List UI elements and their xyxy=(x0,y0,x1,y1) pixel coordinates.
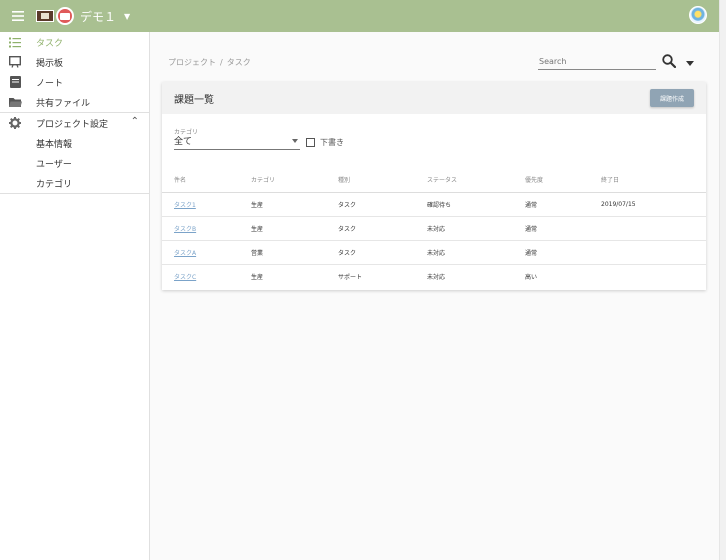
end-date-cell xyxy=(601,240,706,265)
search-input[interactable] xyxy=(538,54,656,70)
priority-cell: 通常 xyxy=(525,216,601,241)
category-cell: 生産 xyxy=(251,192,338,217)
sidebar-item-shared-files[interactable]: 共有ファイル xyxy=(0,92,149,112)
project-icon-2 xyxy=(56,7,74,25)
table-row[interactable]: タスクC 生産 サポート 未対応 高い xyxy=(162,264,706,288)
status-cell: 未対応 xyxy=(427,216,525,241)
gear-icon xyxy=(8,116,22,130)
chevron-up-icon: ⌃ xyxy=(130,116,139,127)
task-link[interactable]: タスクA xyxy=(174,250,196,257)
card-title: 課題一覧 xyxy=(174,94,214,106)
sidebar: タスク 掲示板 ノート 共有ファイル プロジェクト設定 ⌃ 基本情報 ユーザー … xyxy=(0,32,150,560)
type-cell: タスク xyxy=(338,192,427,217)
category-cell: 生産 xyxy=(251,273,264,281)
project-name: デモ１ xyxy=(80,9,117,24)
end-date-cell: 2019/07/15 xyxy=(601,192,706,217)
task-link[interactable]: タスクC xyxy=(174,274,196,281)
top-app-bar: デモ１ ▼ xyxy=(0,0,719,32)
task-name-cell: タスクA xyxy=(162,240,251,265)
sidebar-item-project-settings[interactable]: プロジェクト設定 ⌃ xyxy=(0,113,149,133)
end-date-cell xyxy=(601,264,706,288)
task-link[interactable]: タスク1 xyxy=(174,202,196,209)
task-name-cell: タスク1 xyxy=(162,192,251,217)
search-area xyxy=(538,54,677,72)
sidebar-item-task[interactable]: タスク xyxy=(0,32,149,52)
task-list-card: 課題一覧 課題作成 カテゴリ 全て 下書き 件名 カテゴリ 種別 ステータス 優… xyxy=(162,82,706,290)
table-row[interactable]: タスクA 営業 タスク 未対応 通常 xyxy=(162,240,706,265)
sidebar-item-label: プロジェクト設定 xyxy=(36,119,109,130)
sidebar-item-label: 共有ファイル xyxy=(36,98,91,109)
status-cell: 未対応 xyxy=(427,273,446,281)
note-icon xyxy=(8,75,22,89)
sidebar-subitem-category[interactable]: カテゴリ xyxy=(0,173,149,193)
column-header[interactable]: 件名 xyxy=(162,168,251,193)
type-cell: タスク xyxy=(338,240,427,265)
category-filter-select[interactable]: 全て xyxy=(174,134,300,150)
category-filter-value: 全て xyxy=(174,137,193,147)
priority-cell: 高い xyxy=(525,273,538,281)
dropdown-arrow-icon xyxy=(292,139,298,143)
category-cell: 営業 xyxy=(251,240,338,265)
status-cell: 確認待ち xyxy=(427,192,525,217)
column-header[interactable]: 終了日 xyxy=(601,168,706,193)
breadcrumb-project[interactable]: プロジェクト xyxy=(168,58,216,67)
folder-icon xyxy=(8,95,22,109)
status-cell: 未対応 xyxy=(427,240,525,265)
project-switcher[interactable]: デモ１ ▼ xyxy=(36,7,130,25)
sidebar-item-board[interactable]: 掲示板 xyxy=(0,52,149,72)
priority-cell: 通常 xyxy=(525,240,601,265)
draft-checkbox[interactable] xyxy=(306,138,315,147)
draft-checkbox-group[interactable]: 下書き xyxy=(306,137,344,148)
table-row[interactable]: タスク1 生産 タスク 確認待ち 通常 2019/07/15 xyxy=(162,192,706,217)
column-header[interactable]: 種別 xyxy=(338,168,427,193)
draft-checkbox-label: 下書き xyxy=(320,138,344,147)
column-header[interactable]: カテゴリ xyxy=(251,168,338,193)
task-name-cell: タスクC xyxy=(162,264,251,288)
category-cell: 生産 xyxy=(251,216,338,241)
board-icon xyxy=(8,55,22,69)
sidebar-subitem-users[interactable]: ユーザー xyxy=(0,153,149,173)
card-header: 課題一覧 課題作成 xyxy=(162,82,706,114)
project-icon-1 xyxy=(36,10,54,22)
task-list-icon xyxy=(8,35,22,49)
sidebar-item-label: 掲示板 xyxy=(36,58,64,69)
table-row[interactable]: タスクB 生産 タスク 未対応 通常 xyxy=(162,216,706,241)
user-avatar[interactable] xyxy=(689,6,707,24)
sidebar-item-note[interactable]: ノート xyxy=(0,72,149,92)
task-table: 件名 カテゴリ 種別 ステータス 優先度 終了日 タスク1 生産 タスク 確認待… xyxy=(162,168,706,288)
breadcrumb-task: タスク xyxy=(226,58,251,67)
sidebar-divider xyxy=(0,193,149,194)
breadcrumb: プロジェクト / タスク xyxy=(168,57,251,68)
search-icon[interactable] xyxy=(662,54,677,69)
type-cell: タスク xyxy=(338,216,427,241)
chevron-down-icon: ▼ xyxy=(124,11,131,21)
sidebar-item-label: タスク xyxy=(36,38,64,49)
end-date-cell xyxy=(601,216,706,241)
priority-cell: 通常 xyxy=(525,192,601,217)
column-header[interactable]: 優先度 xyxy=(525,168,601,193)
table-header-row: 件名 カテゴリ 種別 ステータス 優先度 終了日 xyxy=(162,168,706,193)
type-cell: サポート xyxy=(338,273,363,281)
page-scrollbar[interactable] xyxy=(719,0,726,560)
column-header[interactable]: ステータス xyxy=(427,168,525,193)
task-link[interactable]: タスクB xyxy=(174,226,196,233)
menu-icon[interactable] xyxy=(0,0,36,32)
search-options-caret-icon[interactable] xyxy=(686,61,694,66)
sidebar-item-label: ノート xyxy=(36,78,64,89)
breadcrumb-separator: / xyxy=(220,58,223,67)
create-task-button[interactable]: 課題作成 xyxy=(650,89,694,107)
task-name-cell: タスクB xyxy=(162,216,251,241)
sidebar-subitem-basic-info[interactable]: 基本情報 xyxy=(0,133,149,153)
